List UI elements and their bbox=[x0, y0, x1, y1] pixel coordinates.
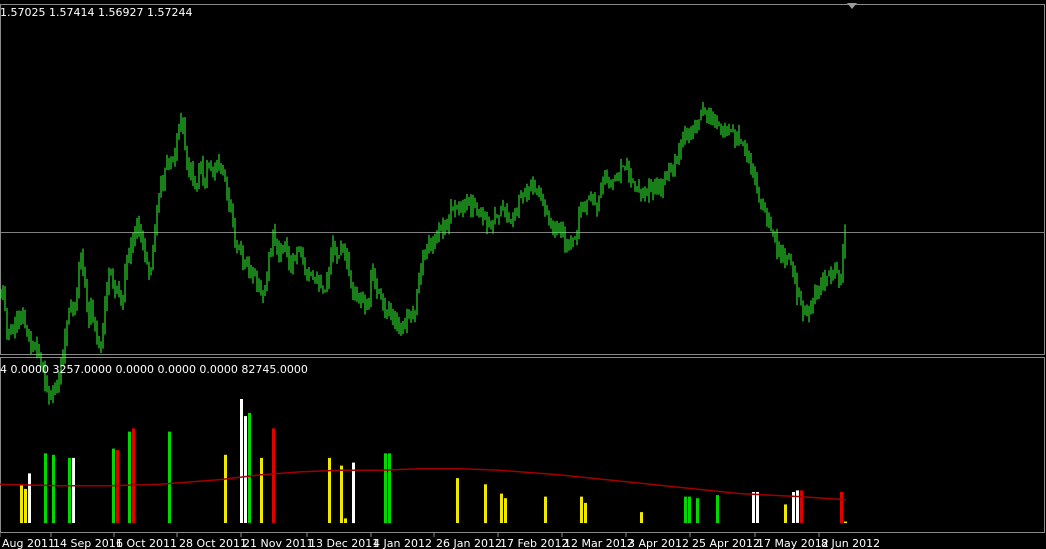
indicator-bar bbox=[756, 492, 759, 523]
x-tick-label: 13 Dec 2011 bbox=[309, 537, 379, 549]
indicator-bar bbox=[752, 492, 755, 523]
indicator-bar bbox=[340, 465, 343, 523]
indicator-bar bbox=[344, 518, 347, 523]
chart-canvas[interactable]: Aug 201114 Sep 20116 Oct 2011 28 Oct 2011… bbox=[0, 0, 1046, 549]
indicator-bar bbox=[456, 478, 459, 523]
indicator-bar bbox=[224, 454, 227, 523]
indicator-bar bbox=[24, 488, 27, 523]
x-tick-label: 21 Nov 2011 bbox=[243, 537, 313, 549]
indicator-bar bbox=[244, 416, 247, 523]
indicator-bar bbox=[28, 473, 31, 523]
indicator-bar bbox=[132, 428, 135, 523]
indicator-bar bbox=[388, 453, 391, 524]
x-tick-label: 17 Feb 2012 bbox=[500, 537, 568, 549]
indicator-bar bbox=[20, 484, 23, 524]
indicator-bar bbox=[800, 490, 803, 523]
shift-marker-icon[interactable] bbox=[847, 3, 857, 9]
indicator-bar bbox=[116, 450, 119, 523]
indicator-bar bbox=[44, 453, 47, 524]
chart-window: Aug 2011 14 Sep 2011 6 Oct 2011 28 Oct 2011… bbox=[0, 0, 1046, 549]
indicator-bar bbox=[684, 496, 687, 523]
x-tick-label: 4 Jan 2012 bbox=[373, 537, 432, 549]
indicator-bar bbox=[128, 431, 131, 523]
indicator-bar bbox=[352, 462, 355, 524]
indicator-bar bbox=[716, 495, 719, 523]
x-tick-label: 3 Apr 2012 bbox=[628, 537, 689, 549]
indicator-bar bbox=[584, 502, 587, 524]
indicator-bar bbox=[544, 496, 547, 523]
x-tick-label: 17 May 2012 bbox=[757, 537, 829, 549]
indicator-bar bbox=[484, 484, 487, 524]
indicator-values: 4 0.0000 3257.0000 0.0000 0.0000 0.0000 … bbox=[0, 363, 308, 376]
indicator-bar bbox=[796, 490, 799, 523]
indicator-bar bbox=[168, 431, 171, 523]
x-tick-label: 26 Jan 2012 bbox=[436, 537, 502, 549]
x-tick-label: 14 Sep 2011 bbox=[53, 537, 123, 549]
indicator-bar bbox=[52, 454, 55, 523]
indicator-bar bbox=[72, 457, 75, 523]
indicator-bar bbox=[640, 512, 643, 523]
indicator-bar bbox=[272, 428, 275, 523]
x-tick-label: 28 Oct 2011 bbox=[179, 537, 247, 549]
indicator-bar bbox=[384, 453, 387, 524]
indicator-bar bbox=[840, 492, 843, 523]
indicator-bar bbox=[248, 412, 251, 523]
x-tick-label: 12 Mar 2012 bbox=[564, 537, 634, 549]
indicator-bar bbox=[580, 496, 583, 523]
indicator-bar bbox=[68, 457, 71, 523]
indicator-bar bbox=[696, 498, 699, 523]
indicator-bar bbox=[504, 498, 507, 523]
x-tick-label: 6 Oct 2011 bbox=[116, 537, 177, 549]
indicator-bar bbox=[240, 399, 243, 523]
x-tick-label: 8 Jun 2012 bbox=[821, 537, 880, 549]
x-tick-label: Aug 2011 bbox=[2, 537, 55, 549]
indicator-bar bbox=[500, 493, 503, 523]
indicator-bar bbox=[260, 457, 263, 523]
indicator-bar bbox=[328, 457, 331, 523]
x-tick-label: 25 Apr 2012 bbox=[692, 537, 760, 549]
indicator-bar bbox=[844, 521, 847, 524]
indicator-bar bbox=[688, 496, 691, 523]
ohlc-readout: 1.57025 1.57414 1.56927 1.57244 bbox=[0, 6, 193, 19]
indicator-bar bbox=[784, 504, 787, 523]
